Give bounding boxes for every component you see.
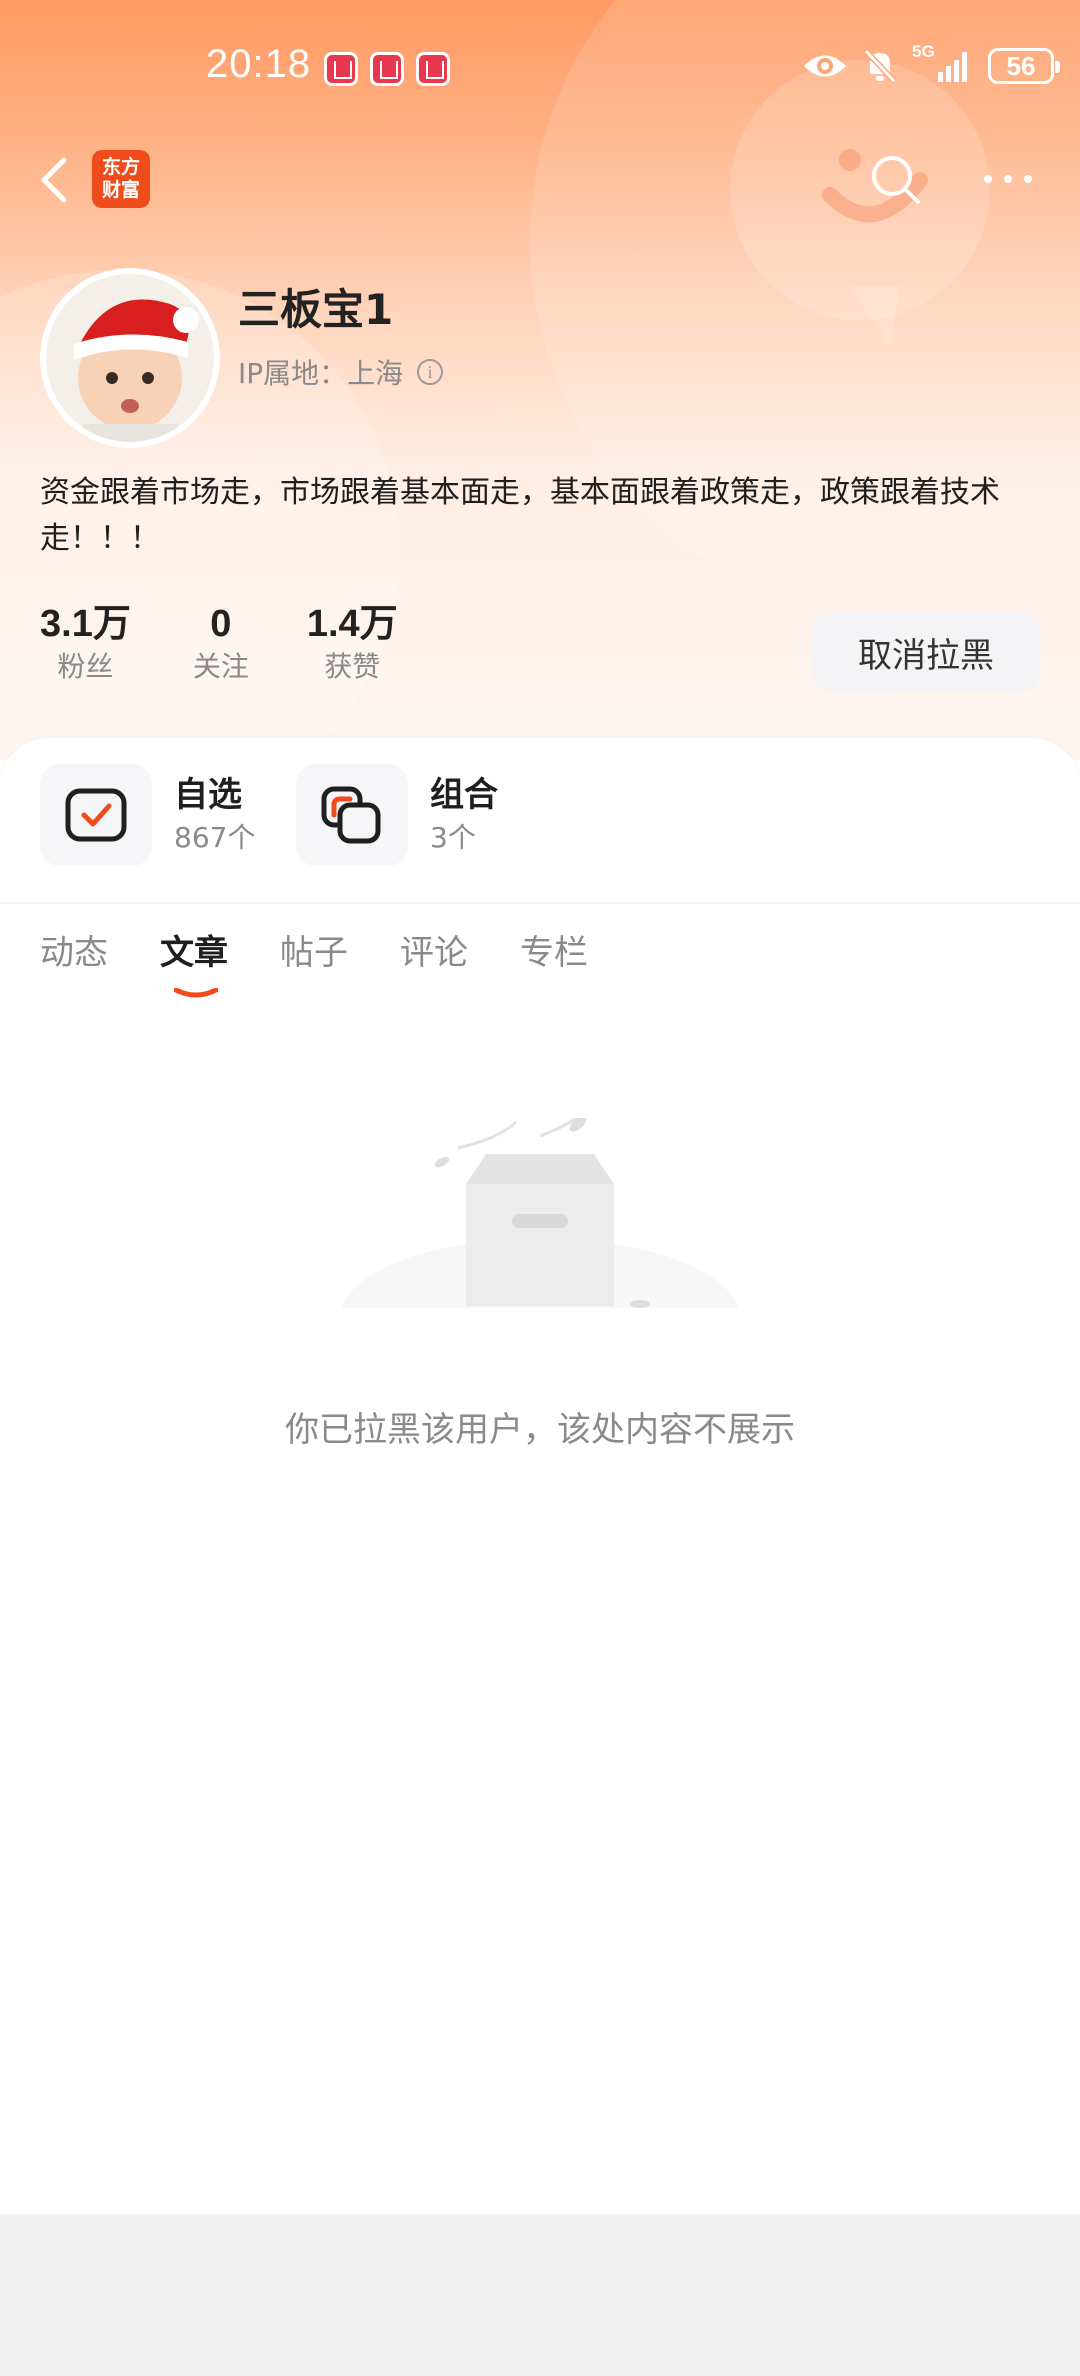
stat-value: 1.4万 (306, 603, 398, 645)
notification-app-icon (324, 52, 358, 86)
signal-icon: 5G (912, 42, 974, 86)
stat-followers[interactable]: 3.1万 粉丝 (40, 600, 131, 686)
shortcut-watchlist[interactable]: 自选 867个 (40, 764, 255, 866)
shortcut-portfolio[interactable]: 组合 3个 (296, 764, 498, 866)
back-button[interactable] (32, 150, 82, 210)
tab-columns[interactable]: 专栏 (520, 928, 588, 978)
stat-likes[interactable]: 1.4万 获赞 (307, 600, 398, 686)
portfolio-icon (296, 764, 408, 866)
app-logo: 东方 财富 (92, 150, 150, 208)
tab-bar: 动态 文章 帖子 评论 专栏 (40, 928, 640, 998)
status-bar: 20:18 5G 56 (0, 0, 1080, 140)
ip-location: IP属地：上海 (238, 357, 404, 390)
more-options-icon[interactable] (980, 164, 1036, 194)
user-bio: 资金跟着市场走，市场跟着基本面走，基本面跟着政策走，政策跟着技术走！！！ (40, 475, 1000, 556)
shortcut-title: 组合 (430, 775, 498, 815)
active-tab-indicator (174, 988, 218, 998)
stat-label: 粉丝 (57, 650, 114, 683)
avatar[interactable] (40, 268, 220, 448)
info-icon[interactable]: i (417, 359, 444, 385)
divider (0, 902, 1080, 904)
content-card: 自选 867个 组合 3个 动态 文章 帖子 评论 专栏 你已拉黑该用户，该处内… (0, 738, 1080, 2214)
shortcut-title: 自选 (174, 775, 242, 815)
shortcut-count: 3个 (430, 821, 476, 854)
tab-posts[interactable]: 帖子 (280, 928, 348, 978)
stat-value: 3.1万 (40, 603, 131, 645)
tab-activity[interactable]: 动态 (40, 928, 108, 978)
stats-row: 3.1万 粉丝 0 关注 1.4万 获赞 (40, 600, 460, 686)
battery-level: 56 (1006, 50, 1036, 81)
ip-location-row: IP属地：上海 i (238, 352, 444, 392)
logo-text-line2: 财富 (101, 179, 140, 201)
tab-label: 文章 (160, 933, 228, 973)
empty-box-illustration (340, 1118, 740, 1338)
unblock-button[interactable]: 取消拉黑 (812, 612, 1040, 692)
logo-text-line1: 东方 (101, 156, 140, 178)
stat-label: 获赞 (324, 650, 381, 683)
notification-app-icon (416, 52, 450, 86)
tab-comments[interactable]: 评论 (400, 928, 468, 978)
search-icon[interactable] (868, 152, 924, 208)
battery-icon: 56 (988, 48, 1060, 84)
shortcut-count: 867个 (174, 821, 256, 854)
stat-label: 关注 (192, 650, 249, 683)
mute-bell-icon (863, 48, 897, 84)
username: 三板宝1 (238, 285, 394, 334)
notification-app-icon (370, 52, 404, 86)
tab-articles[interactable]: 文章 (160, 928, 228, 998)
stat-value: 0 (210, 603, 232, 645)
stat-following[interactable]: 0 关注 (193, 600, 249, 686)
status-time: 20:18 (206, 42, 312, 86)
eye-icon (804, 55, 846, 77)
checkbox-icon (40, 764, 152, 866)
bottom-area (0, 2214, 1080, 2376)
empty-state-message: 你已拉黑该用户，该处内容不展示 (285, 1410, 795, 1450)
